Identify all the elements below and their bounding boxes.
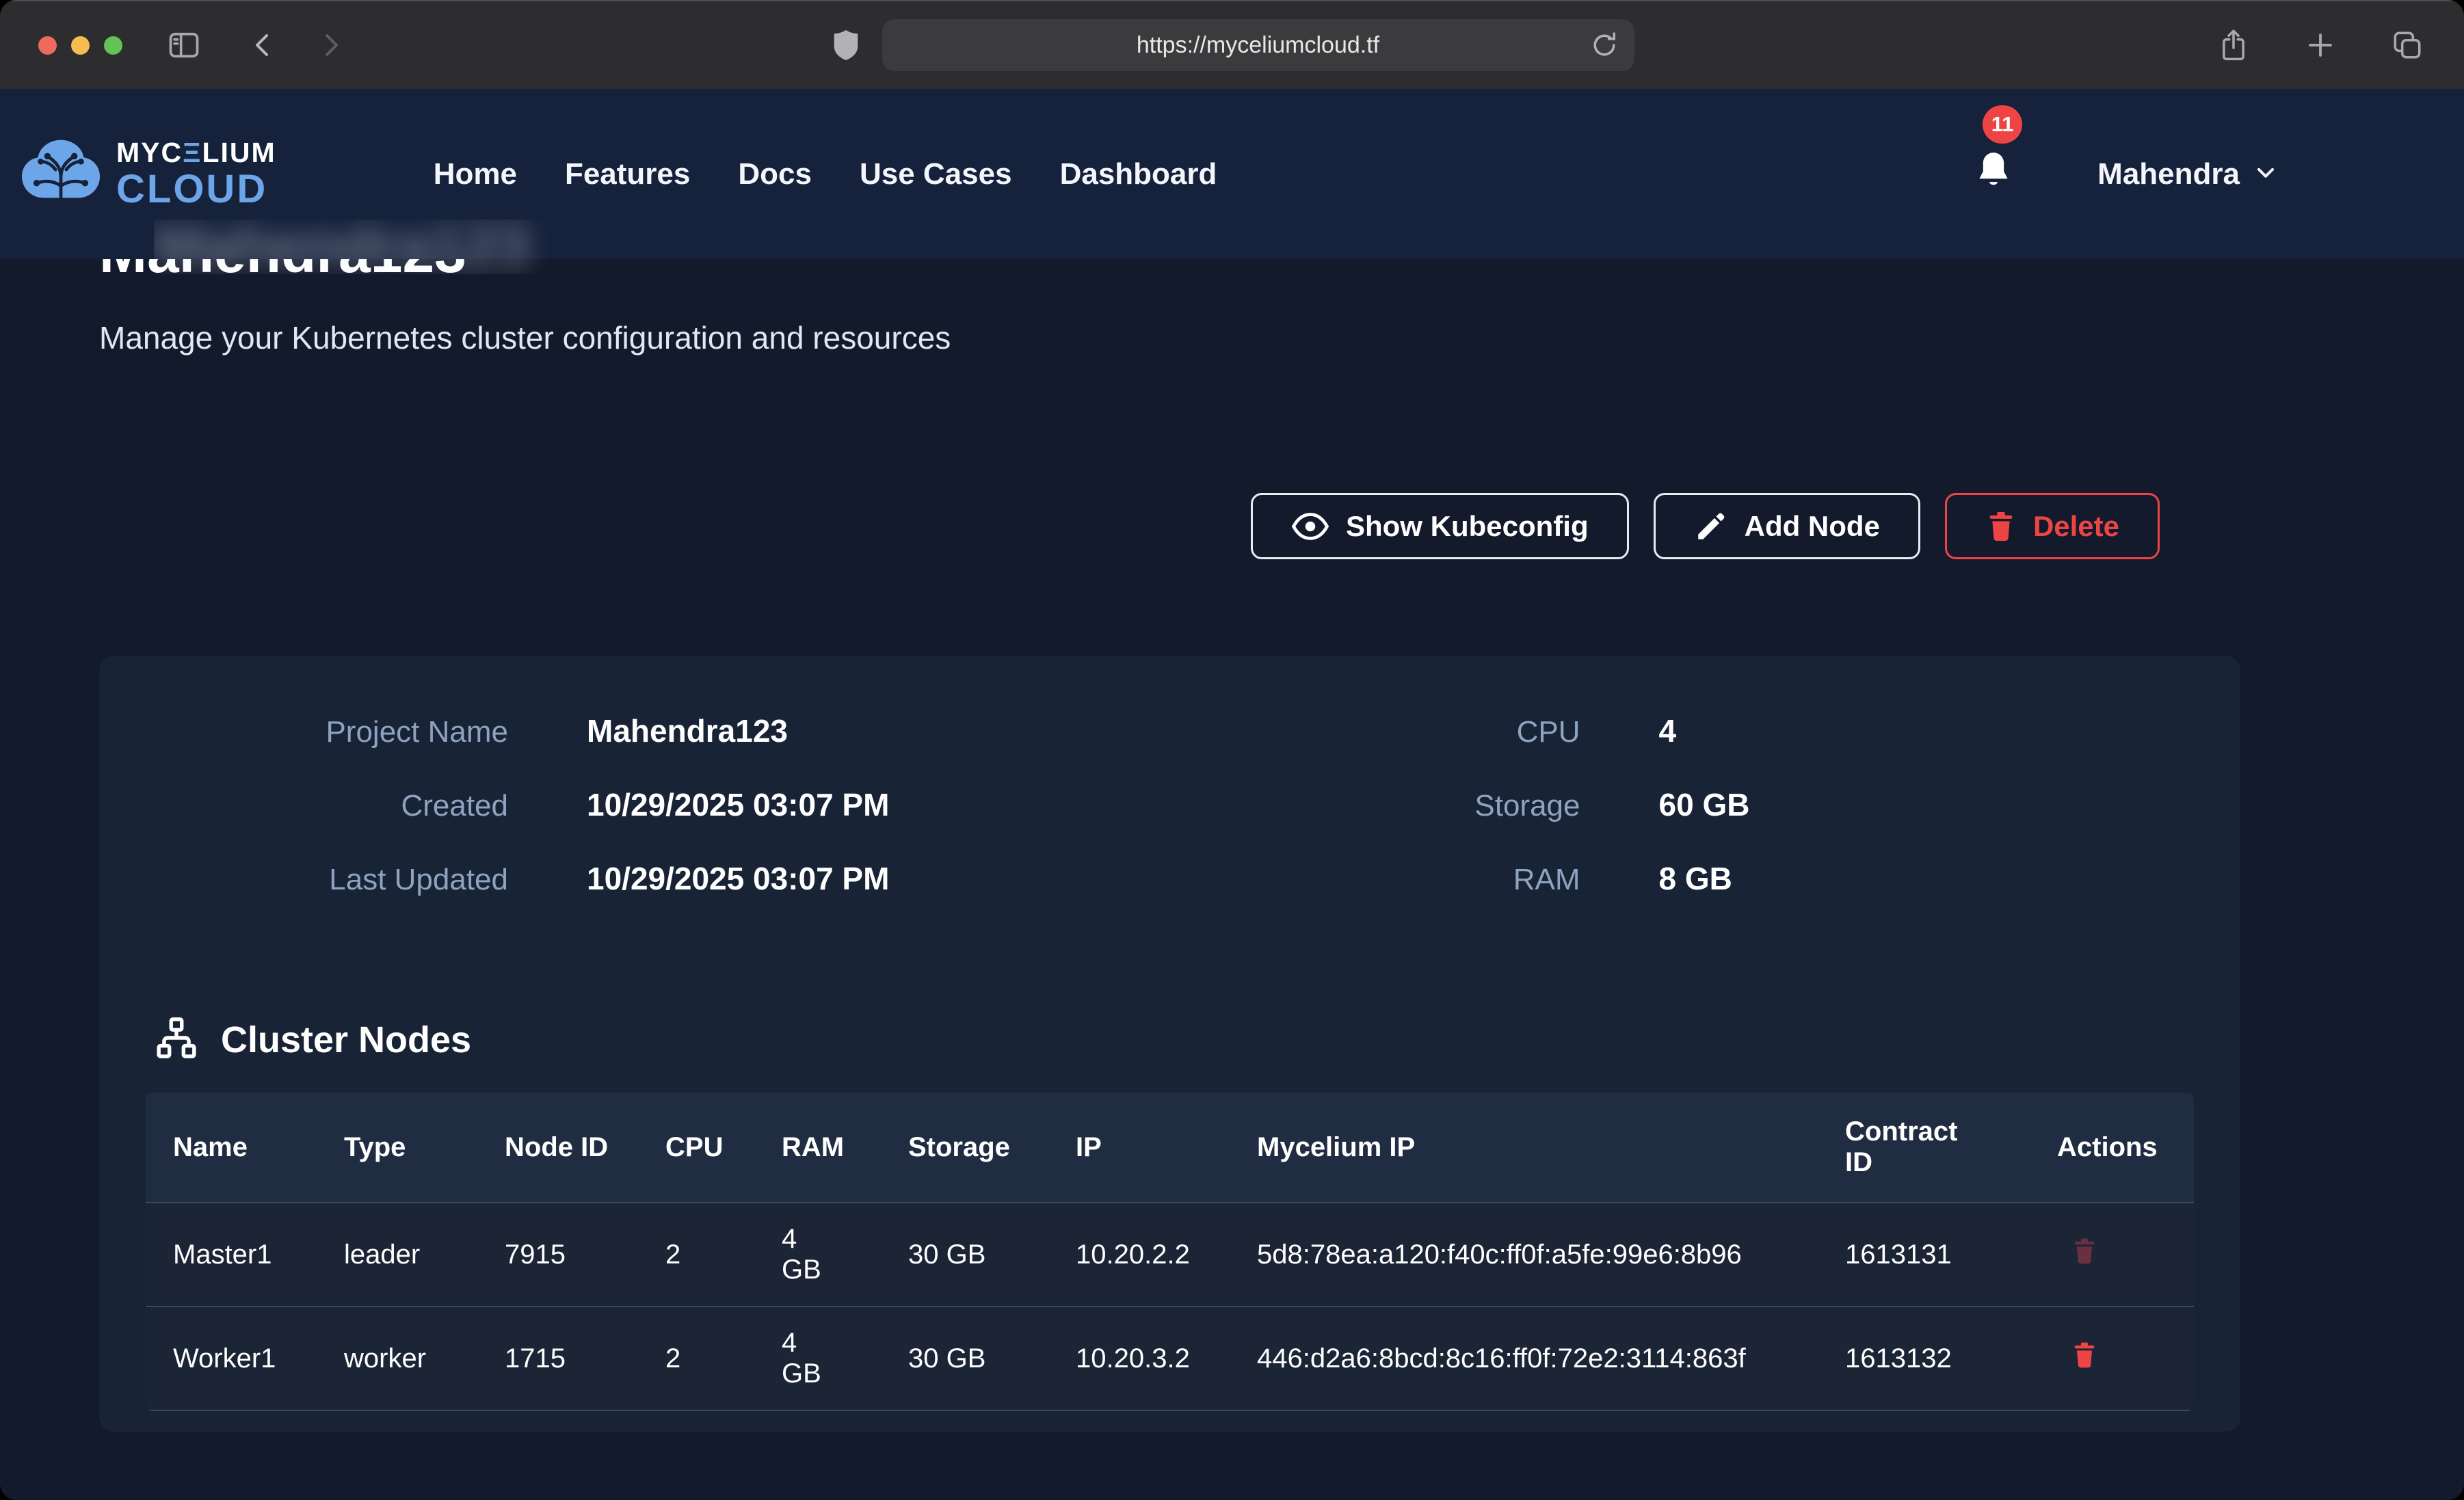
cell-cpu: 2 — [665, 1307, 782, 1410]
forward-icon[interactable] — [314, 29, 347, 62]
share-icon[interactable] — [2216, 27, 2251, 64]
cluster-nodes-heading: Cluster Nodes — [146, 1017, 2194, 1062]
browser-toolbar: https://myceliumcloud.tf — [0, 0, 2464, 89]
chevron-down-icon — [2252, 159, 2279, 189]
page-subtitle: Manage your Kubernetes cluster configura… — [99, 319, 2365, 356]
add-node-button[interactable]: Add Node — [1654, 493, 1920, 559]
notifications-button[interactable]: 11 — [1972, 149, 2015, 199]
cell-ip: 10.20.2.2 — [1076, 1203, 1257, 1307]
cell-mycelium-ip: 5d8:78ea:a120:f40c:ff0f:a5fe:99e6:8b96 — [1257, 1203, 1845, 1307]
col-header-contract-id: Contract ID — [1845, 1093, 2057, 1203]
info-storage: Storage 60 GB — [1170, 786, 2195, 825]
nav-link-home[interactable]: Home — [434, 157, 517, 191]
pencil-icon — [1694, 509, 1728, 544]
delete-node-button[interactable] — [2071, 1340, 2098, 1372]
trash-icon — [2071, 1236, 2098, 1268]
minimize-window-button[interactable] — [71, 36, 90, 55]
site-navbar: MYCΞLIUM CLOUD Home Features Docs Use Ca… — [0, 89, 2464, 259]
privacy-shield-icon[interactable] — [830, 27, 862, 63]
cell-node-id: 7915 — [505, 1203, 665, 1307]
notifications-count-badge: 11 — [1983, 105, 2022, 144]
show-kubeconfig-button[interactable]: Show Kubeconfig — [1251, 493, 1629, 559]
cluster-nodes-table: Name Type Node ID CPU RAM Storage IP Myc… — [146, 1093, 2194, 1411]
cell-ip: 10.20.3.2 — [1076, 1307, 1257, 1410]
info-ram: RAM 8 GB — [1170, 859, 2195, 899]
cell-actions — [2057, 1307, 2194, 1410]
col-header-type: Type — [344, 1093, 505, 1203]
tab-overview-icon[interactable] — [2390, 28, 2424, 62]
col-header-name: Name — [146, 1093, 344, 1203]
new-tab-icon[interactable] — [2304, 29, 2337, 62]
address-bar[interactable]: https://myceliumcloud.tf — [882, 19, 1634, 71]
sidebar-toggle-icon[interactable] — [166, 27, 202, 63]
trash-icon — [1985, 509, 2017, 544]
url-text: https://myceliumcloud.tf — [1137, 32, 1379, 59]
table-header-row: Name Type Node ID CPU RAM Storage IP Myc… — [146, 1093, 2194, 1203]
cell-node-id: 1715 — [505, 1307, 665, 1410]
table-row: Worker1 worker 1715 2 4 GB 30 GB 10.20.3… — [146, 1307, 2194, 1410]
nav-link-docs[interactable]: Docs — [738, 157, 812, 191]
cell-name: Worker1 — [146, 1307, 344, 1410]
cell-type: leader — [344, 1203, 505, 1307]
user-menu[interactable]: Mahendra — [2097, 157, 2279, 191]
cluster-info: Project Name Mahendra123 Created 10/29/2… — [146, 712, 2194, 933]
eye-icon — [1291, 507, 1329, 546]
brand-logo[interactable]: MYCΞLIUM CLOUD — [21, 137, 276, 211]
delete-node-button[interactable] — [2071, 1236, 2098, 1268]
page-title: Mahendra123 — [99, 259, 2365, 282]
info-created: Created 10/29/2025 03:07 PM — [146, 786, 1170, 825]
brand-wordmark: MYCΞLIUM CLOUD — [116, 139, 276, 209]
cell-name: Master1 — [146, 1203, 344, 1307]
cell-storage: 30 GB — [908, 1203, 1076, 1307]
nav-links: Home Features Docs Use Cases Dashboard — [434, 157, 1217, 191]
sitemap-icon — [155, 1017, 198, 1062]
nav-link-dashboard[interactable]: Dashboard — [1060, 157, 1217, 191]
col-header-node-id: Node ID — [505, 1093, 665, 1203]
cell-ram: 4 GB — [782, 1307, 908, 1410]
col-header-ip: IP — [1076, 1093, 1257, 1203]
delete-cluster-button[interactable]: Delete — [1945, 493, 2160, 559]
col-header-mycelium-ip: Mycelium IP — [1257, 1093, 1845, 1203]
cell-mycelium-ip: 446:d2a6:8bcd:8c16:ff0f:72e2:3114:863f — [1257, 1307, 1845, 1410]
bell-icon — [1972, 187, 2015, 198]
col-header-actions: Actions — [2057, 1093, 2194, 1203]
cell-contract-id: 1613132 — [1845, 1307, 2057, 1410]
table-row: Master1 leader 7915 2 4 GB 30 GB 10.20.2… — [146, 1203, 2194, 1307]
mycelium-cloud-logo-icon — [21, 137, 101, 211]
col-header-ram: RAM — [782, 1093, 908, 1203]
cluster-actions: Show Kubeconfig Add Node — [99, 493, 2160, 559]
info-cpu: CPU 4 — [1170, 712, 2195, 751]
cell-storage: 30 GB — [908, 1307, 1076, 1410]
cell-cpu: 2 — [665, 1203, 782, 1307]
user-name: Mahendra — [2097, 157, 2240, 191]
zoom-window-button[interactable] — [104, 36, 122, 55]
window-controls — [38, 36, 122, 55]
cell-contract-id: 1613131 — [1845, 1203, 2057, 1307]
col-header-cpu: CPU — [665, 1093, 782, 1203]
info-last-updated: Last Updated 10/29/2025 03:07 PM — [146, 859, 1170, 899]
page-content: Mahendra123 Mahendra123 Manage your Kube… — [0, 259, 2464, 1500]
col-header-storage: Storage — [908, 1093, 1076, 1203]
cell-actions — [2057, 1203, 2194, 1307]
close-window-button[interactable] — [38, 36, 57, 55]
info-project-name: Project Name Mahendra123 — [146, 712, 1170, 751]
reload-icon[interactable] — [1589, 30, 1619, 60]
browser-window: https://myceliumcloud.tf — [0, 0, 2464, 1500]
trash-icon — [2071, 1340, 2098, 1372]
back-icon[interactable] — [247, 29, 280, 62]
nav-link-features[interactable]: Features — [565, 157, 690, 191]
cell-type: worker — [344, 1307, 505, 1410]
nav-link-use-cases[interactable]: Use Cases — [860, 157, 1012, 191]
cluster-details-card: Project Name Mahendra123 Created 10/29/2… — [99, 656, 2240, 1432]
cell-ram: 4 GB — [782, 1203, 908, 1307]
